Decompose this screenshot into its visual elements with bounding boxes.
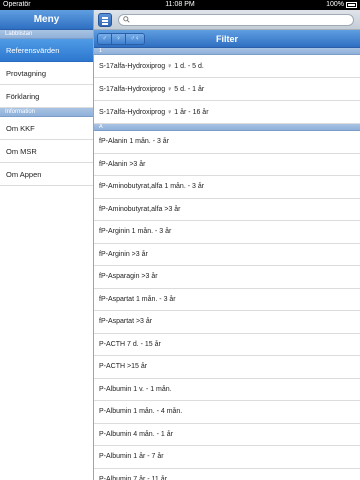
list-item[interactable]: P-Albumin 1 v. - 1 mån. [94, 378, 360, 401]
search-input[interactable] [132, 15, 347, 25]
list-item[interactable]: S-17alfa-Hydroxiprog ♀ 1 d. - 5 d. [94, 55, 360, 78]
search-field[interactable] [118, 14, 354, 26]
menu-icon [102, 20, 108, 22]
menu-icon [102, 23, 108, 25]
sidebar-item-provtagning[interactable]: Provtagning [0, 62, 93, 85]
list-item[interactable]: S-17alfa-Hydroxiprog ♀ 1 år - 16 år [94, 101, 360, 124]
list-item[interactable]: fP-Aspartat >3 år [94, 311, 360, 334]
list-item[interactable]: P-ACTH >15 år [94, 356, 360, 379]
clock: 11:08 PM [165, 1, 195, 8]
list-item[interactable]: fP-Alanin 1 mån. - 3 år [94, 131, 360, 154]
list-item[interactable]: P-Albumin 7 år - 11 år [94, 468, 360, 480]
sidebar-item-om-appen[interactable]: Om Appen [0, 163, 93, 186]
reference-list[interactable]: 1 S-17alfa-Hydroxiprog ♀ 1 d. - 5 d. S-17a… [94, 48, 360, 480]
filter-title: Filter [215, 34, 238, 44]
main-panel: ♂ ♀ ♂♀ Filter 1 S-17alfa-Hydroxiprog ♀ 1 … [94, 10, 360, 480]
search-icon [123, 16, 130, 23]
list-item[interactable]: fP-Asparagin >3 år [94, 266, 360, 289]
battery-percent: 100% [326, 1, 344, 8]
status-bar: Operatör 11:08 PM 100% [0, 0, 360, 10]
list-item[interactable]: fP-Aspartat 1 mån. - 3 år [94, 288, 360, 311]
sidebar-item-om-kkf[interactable]: Om KKF [0, 117, 93, 140]
sidebar-item-referensv-rden[interactable]: Referensvärden [0, 39, 93, 62]
list-item[interactable]: P-Albumin 4 mån. - 1 år [94, 423, 360, 446]
menu-icon [102, 17, 108, 19]
sidebar: Meny Labblistan Referensvärden Provtagning… [0, 10, 94, 480]
list-item[interactable]: fP-Aminobutyrat,alfa 1 mån. - 3 år [94, 176, 360, 199]
filter-bar: ♂ ♀ ♂♀ Filter [94, 30, 360, 48]
list-item[interactable]: fP-Alanin >3 år [94, 153, 360, 176]
list-item[interactable]: fP-Arginin 1 mån. - 3 år [94, 221, 360, 244]
battery-icon [346, 2, 357, 8]
menu-button[interactable] [98, 13, 112, 27]
sidebar-item-f-rklaring[interactable]: Förklaring [0, 85, 93, 108]
sidebar-item-om-msr[interactable]: Om MSR [0, 140, 93, 163]
top-toolbar [94, 10, 360, 30]
sidebar-title: Meny [0, 10, 93, 30]
sidebar-section-header: Labblistan [0, 30, 93, 39]
list-item[interactable]: fP-Aminobutyrat,alfa >3 år [94, 198, 360, 221]
list-item[interactable]: P-ACTH 7 d. - 15 år [94, 333, 360, 356]
list-section-header: A [94, 124, 360, 131]
list-item[interactable]: P-Albumin 1 år - 7 år [94, 446, 360, 469]
list-item[interactable]: S-17alfa-Hydroxiprog ♀ 5 d. - 1 år [94, 78, 360, 101]
list-section-header: 1 [94, 48, 360, 55]
sidebar-section-header: Information [0, 108, 93, 117]
list-item[interactable]: fP-Arginin >3 år [94, 243, 360, 266]
list-item[interactable]: P-Albumin 1 mån. - 4 mån. [94, 401, 360, 424]
